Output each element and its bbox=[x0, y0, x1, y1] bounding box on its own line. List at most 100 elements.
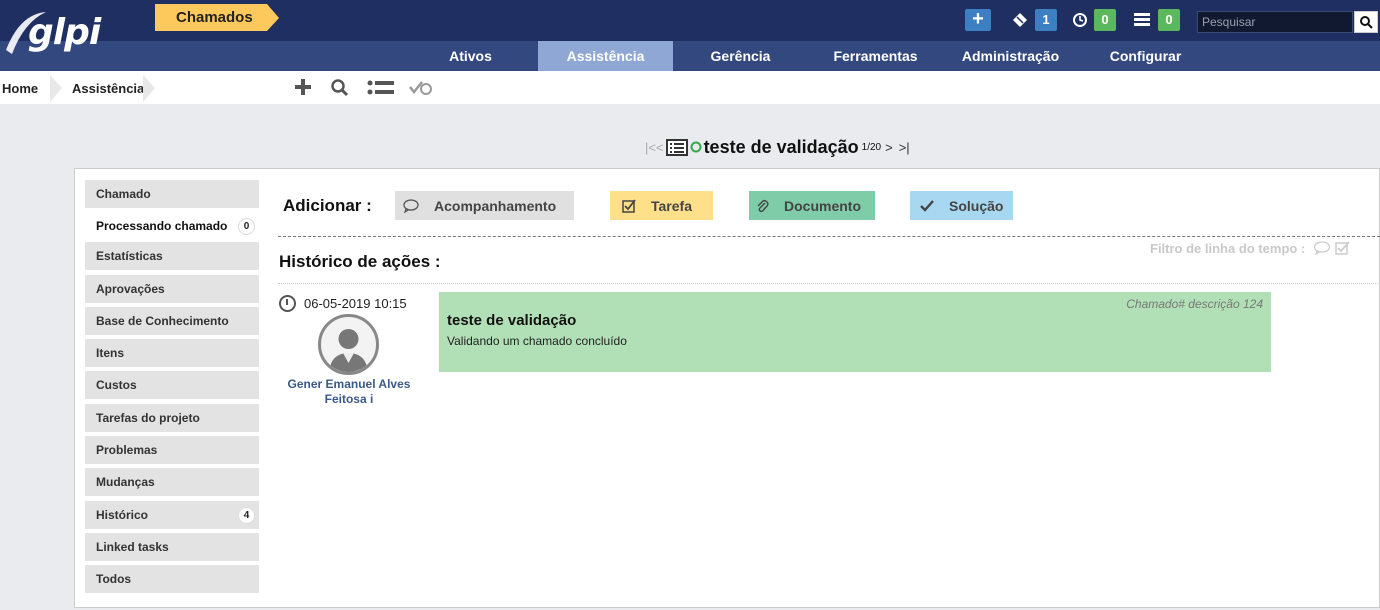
tab-label: Chamado bbox=[96, 187, 151, 201]
tab-label: Aprovações bbox=[96, 282, 165, 296]
entry-title: teste de validação bbox=[447, 312, 577, 329]
user-avatar-icon bbox=[329, 329, 368, 372]
add-plus-icon[interactable] bbox=[295, 79, 311, 95]
next-page-icon[interactable]: > bbox=[885, 140, 893, 155]
document-label: Documento bbox=[784, 197, 861, 214]
check-icon bbox=[920, 199, 934, 212]
separator-dashed bbox=[278, 236, 1380, 237]
tab-linked-tasks[interactable]: Linked tasks bbox=[85, 533, 259, 561]
tab-label: Todos bbox=[96, 572, 132, 586]
add-followup-button[interactable]: Acompanhamento bbox=[395, 191, 574, 220]
breadcrumb-assistencia[interactable]: Assistência bbox=[72, 75, 144, 102]
timeline-filter-label: Filtro de linha do tempo : bbox=[1150, 241, 1306, 256]
author-name-line2: Feitosa i bbox=[279, 392, 419, 407]
nav-gerencia[interactable]: Gerência bbox=[673, 41, 808, 71]
history-title: Histórico de ações : bbox=[279, 252, 441, 271]
tab-aprovacoes[interactable]: Aprovações bbox=[85, 275, 259, 303]
author-info-icon[interactable]: i bbox=[370, 392, 373, 406]
timer-count-badge: 0 bbox=[1094, 9, 1116, 31]
tab-label: Processando chamado bbox=[96, 219, 228, 233]
add-task-button[interactable]: Tarefa bbox=[610, 191, 713, 220]
checkbox-icon bbox=[622, 198, 636, 213]
tab-chamado[interactable]: Chamado bbox=[85, 180, 259, 208]
nav-configurar[interactable]: Configurar bbox=[1078, 41, 1213, 71]
list-count-badge: 0 bbox=[1158, 9, 1180, 31]
tab-processando-chamado[interactable]: Processando chamado 0 bbox=[85, 212, 259, 240]
list-counter[interactable]: 0 bbox=[1134, 9, 1180, 31]
add-label: Adicionar : bbox=[283, 196, 372, 215]
entry-date-text: 06-05-2019 10:15 bbox=[304, 296, 407, 311]
tab-custos[interactable]: Custos bbox=[85, 371, 259, 399]
list-icon bbox=[1134, 13, 1150, 26]
ticket-list-icon[interactable] bbox=[665, 138, 688, 156]
tab-estatisticas[interactable]: Estatísticas bbox=[85, 242, 259, 270]
task-label: Tarefa bbox=[651, 197, 692, 214]
status-new-icon bbox=[690, 141, 702, 153]
filter-followup-icon[interactable] bbox=[1313, 241, 1331, 256]
tab-label: Tarefas do projeto bbox=[96, 411, 200, 425]
tab-todos[interactable]: Todos bbox=[85, 565, 259, 593]
add-solution-button[interactable]: Solução bbox=[910, 191, 1013, 220]
tab-count-badge: 4 bbox=[238, 507, 255, 524]
breadcrumb-separator bbox=[50, 75, 62, 102]
author-name-last: Feitosa bbox=[324, 392, 367, 406]
entry-author[interactable]: Gener Emanuel Alves Feitosa i bbox=[279, 377, 419, 407]
followup-label: Acompanhamento bbox=[434, 197, 557, 214]
entry-reference: Chamado# descrição 124 bbox=[1126, 297, 1263, 311]
last-page-icon[interactable]: >| bbox=[899, 140, 910, 155]
clock-icon bbox=[279, 295, 296, 312]
avatar bbox=[318, 314, 379, 375]
author-name-line1: Gener Emanuel Alves bbox=[287, 377, 411, 391]
nav-assistencia[interactable]: Assistência bbox=[538, 41, 673, 71]
tab-label: Itens bbox=[96, 346, 125, 360]
tab-label: Linked tasks bbox=[96, 540, 169, 554]
tab-label: Custos bbox=[96, 378, 137, 392]
main-nav: Ativos Assistência Gerência Ferramentas … bbox=[0, 41, 1380, 71]
tab-tarefas-do-projeto[interactable]: Tarefas do projeto bbox=[85, 404, 259, 432]
tab-label: Base de Conhecimento bbox=[96, 314, 229, 328]
separator-dotted bbox=[278, 283, 1380, 284]
clock-icon bbox=[1073, 13, 1087, 27]
ticket-title-row: |< < teste de validação 1/20 > >| bbox=[645, 136, 910, 158]
solution-label: Solução bbox=[949, 197, 1004, 214]
tickets-counter[interactable]: 1 bbox=[1011, 9, 1057, 31]
breadcrumb-home[interactable]: Home bbox=[2, 75, 38, 102]
glpi-logo[interactable]: glpi bbox=[2, 4, 112, 66]
tab-historico[interactable]: Histórico 4 bbox=[85, 501, 259, 529]
ticket-icon bbox=[1013, 13, 1027, 27]
tickets-count-badge: 1 bbox=[1035, 9, 1057, 31]
paperclip-icon bbox=[757, 199, 769, 212]
timer-counter[interactable]: 0 bbox=[1072, 9, 1116, 31]
breadcrumb-active-arrow bbox=[267, 4, 279, 31]
tab-label: Mudanças bbox=[96, 475, 155, 489]
tab-label: Estatísticas bbox=[96, 249, 163, 263]
filter-task-icon[interactable] bbox=[1334, 241, 1351, 255]
search-icon bbox=[1359, 16, 1373, 29]
tab-base-de-conhecimento[interactable]: Base de Conhecimento bbox=[85, 307, 259, 335]
search-tool-icon[interactable] bbox=[331, 79, 349, 97]
check-list-icon[interactable] bbox=[409, 80, 433, 96]
breadcrumb-separator bbox=[143, 75, 155, 102]
tab-itens[interactable]: Itens bbox=[85, 339, 259, 367]
prev-page-icon[interactable]: < bbox=[656, 140, 664, 155]
tab-mudancas[interactable]: Mudanças bbox=[85, 468, 259, 496]
tab-problemas[interactable]: Problemas bbox=[85, 436, 259, 464]
create-ticket-button[interactable]: + bbox=[965, 9, 991, 31]
search-button[interactable] bbox=[1354, 11, 1378, 33]
nav-ativos[interactable]: Ativos bbox=[403, 41, 538, 71]
logo-text: glpi bbox=[28, 12, 101, 53]
timeline-filter: Filtro de linha do tempo : bbox=[1150, 241, 1351, 256]
nav-ferramentas[interactable]: Ferramentas bbox=[808, 41, 943, 71]
breadcrumb-chamados[interactable]: Chamados bbox=[155, 4, 267, 31]
nav-administracao[interactable]: Administração bbox=[943, 41, 1078, 71]
add-document-button[interactable]: Documento bbox=[749, 191, 875, 220]
speech-bubble-icon bbox=[403, 198, 419, 213]
timeline-entry[interactable]: Chamado# descrição 124 teste de validaçã… bbox=[439, 292, 1271, 372]
first-page-icon[interactable]: |< bbox=[645, 140, 656, 155]
list-view-icon[interactable] bbox=[367, 80, 395, 96]
tab-count-badge: 0 bbox=[238, 218, 255, 235]
ticket-panel bbox=[74, 168, 1380, 608]
ticket-position: 1/20 bbox=[861, 141, 882, 153]
search-input[interactable] bbox=[1197, 11, 1353, 33]
breadcrumb: Home Assistência bbox=[0, 71, 1380, 104]
